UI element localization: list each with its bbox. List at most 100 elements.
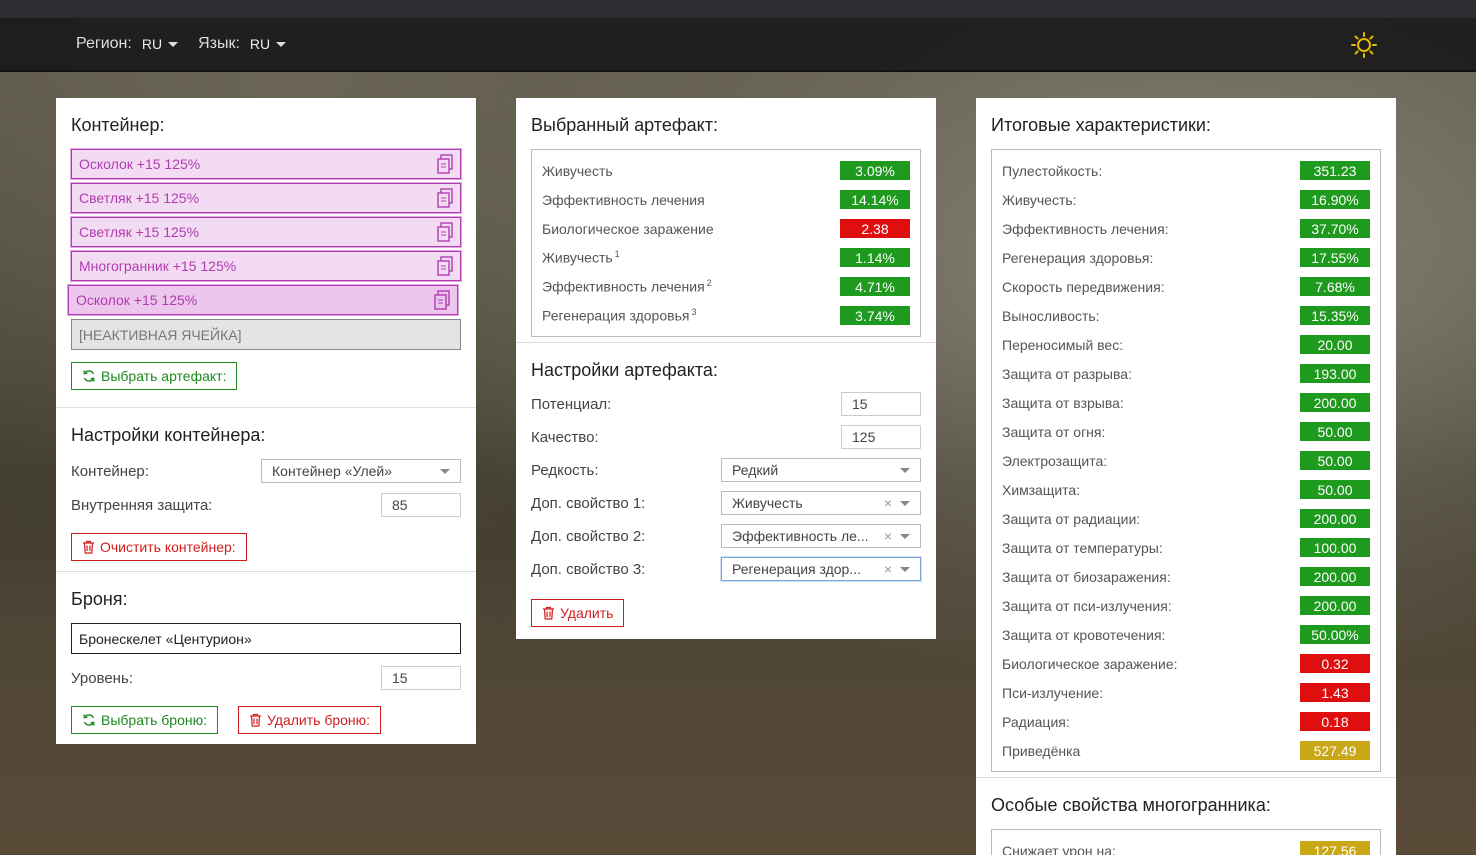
stat-label: Эффективность лечения [542,192,705,208]
stat-label: Защита от температуры: [1002,540,1163,556]
container-slot[interactable]: Осколок +15 125% [70,148,462,180]
stat-label: Электрозащита: [1002,453,1107,469]
prop3-select[interactable]: Регенерация здор... × [721,557,921,581]
container-type-value: Контейнер «Улей» [272,463,393,479]
stat-label: Защита от пси-излучения: [1002,598,1172,614]
region-label: Регион: [76,35,132,52]
container-section: Контейнер: Осколок +15 125% Светляк +15 … [56,98,476,408]
stat-row: Защита от взрыва: 200.00 [1002,388,1370,417]
stat-row: Переносимый вес: 20.00 [1002,330,1370,359]
stat-label: Живучесть: [1002,192,1077,208]
armor-input[interactable]: Бронескелет «Центурион» [71,623,461,654]
stat-row: Регенерация здоровья: 17.55% [1002,243,1370,272]
container-type-label: Контейнер: [71,462,149,480]
copy-icon[interactable] [436,188,454,208]
language-dropdown[interactable]: RU [250,36,287,52]
copy-icon[interactable] [433,290,451,310]
slot-label: Светляк +15 125% [79,224,200,240]
internal-protection-input[interactable]: 85 [381,493,461,517]
stat-label-text: Эффективность лечения: [1002,220,1169,237]
region-value: RU [141,36,163,52]
stat-value-badge: 17.55% [1300,248,1370,267]
stat-label-text: Регенерация здоровья: [1002,249,1154,266]
stat-label: Скорость передвижения: [1002,279,1165,295]
rarity-select[interactable]: Редкий [721,458,921,482]
middle-panel: Выбранный артефакт: Живучесть 3.09% Эффект… [516,98,936,639]
armor-level-label: Уровень: [71,669,133,687]
rarity-label: Редкость: [531,461,599,479]
stat-value-badge: 20.00 [1300,335,1370,354]
stat-value-badge: 50.00% [1300,625,1370,644]
stat-label: Регенерация здоровья: [1002,250,1153,266]
container-type-select[interactable]: Контейнер «Улей» [261,459,461,483]
region-dropdown[interactable]: RU [141,36,179,52]
container-slot[interactable]: Светляк +15 125% [70,182,462,214]
stat-row: Регенерация здоровья 3 3.74% [542,301,910,330]
stat-label: Защита от взрыва: [1002,395,1124,411]
quality-input[interactable]: 125 [841,425,921,449]
prop2-select[interactable]: Эффективность ле... × [721,524,921,548]
copy-icon[interactable] [436,256,454,276]
prop1-select[interactable]: Живучесть × [721,491,921,515]
trash-icon [543,606,554,620]
copy-icon[interactable] [436,154,454,174]
stat-label: Биологическое заражение [542,221,714,237]
stat-label-text: Защита от биозаражения: [1002,568,1171,585]
stat-value-badge: 3.09% [840,161,910,180]
stat-label: Защита от радиации: [1002,511,1140,527]
theme-toggle-sun-icon[interactable] [1351,32,1377,58]
choose-armor-button[interactable]: Выбрать броню: [71,706,218,734]
potential-input[interactable]: 15 [841,392,921,416]
armor-level-input[interactable]: 15 [381,666,461,690]
right-panel: Итоговые характеристики: Пулестойкость: 3… [976,98,1396,855]
special-section: Особые свойства многогранника: Снижает у… [976,778,1396,855]
prop1-value: Живучесть [732,495,803,511]
stat-label: Регенерация здоровья 3 [542,307,696,324]
stat-row: Эффективность лечения 2 4.71% [542,272,910,301]
stat-row: Химзащита: 50.00 [1002,475,1370,504]
choose-artifact-button[interactable]: Выбрать артефакт: [71,362,238,390]
stat-row: Живучесть 1 1.14% [542,243,910,272]
stat-label-text: Защита от огня: [1002,423,1106,440]
refresh-icon [83,370,95,382]
stat-value-badge: 0.32 [1300,654,1370,673]
stat-label: Защита от огня: [1002,424,1105,440]
artifact-settings-section: Настройки артефакта: Потенциал: 15 Качес… [516,343,936,642]
clear-icon[interactable]: × [884,495,892,511]
clear-icon[interactable]: × [884,528,892,544]
stat-label-text: Переносимый вес: [1002,336,1124,353]
container-slot[interactable]: Светляк +15 125% [70,216,462,248]
armor-section: Броня: Бронескелет «Центурион» Уровень: … [56,572,476,749]
stat-label-text: Живучесть [542,249,613,266]
stat-row: Снижает урон на: 127.56 [1002,836,1370,855]
top-strip [0,0,1476,18]
container-slot-selected[interactable]: Осколок +15 125% [67,284,459,316]
region-group: Регион: RU [76,35,179,53]
choose-artifact-label: Выбрать артефакт: [101,368,227,384]
stat-label: Живучесть 1 [542,249,620,266]
stat-value-badge: 50.00 [1300,422,1370,441]
delete-armor-button[interactable]: Удалить броню: [238,706,382,734]
artifact-stats-box: Живучесть 3.09% Эффективность лечения 14.14… [531,149,921,337]
container-slot[interactable]: Многогранник +15 125% [70,250,462,282]
stat-row: Защита от радиации: 200.00 [1002,504,1370,533]
stat-label-text: Скорость передвижения: [1002,278,1165,295]
stat-label: Эффективность лечения 2 [542,278,712,295]
delete-artifact-button[interactable]: Удалить [531,599,625,627]
clear-container-label: Очистить контейнер: [100,539,236,555]
stat-value-badge: 527.49 [1300,741,1370,760]
stat-label-text: Защита от кровотечения: [1002,626,1166,643]
chevron-down-icon [900,566,910,572]
clear-container-button[interactable]: Очистить контейнер: [71,533,247,561]
clear-icon[interactable]: × [884,561,892,577]
potential-label: Потенциал: [531,395,612,413]
stat-label-text: Защита от взрыва: [1002,394,1124,411]
stat-row: Живучесть: 16.90% [1002,185,1370,214]
stat-value-badge: 2.38 [840,219,910,238]
stat-value-badge: 4.71% [840,277,910,296]
copy-icon[interactable] [436,222,454,242]
stat-row: Пси-излучение: 1.43 [1002,678,1370,707]
stat-label: Выносливость: [1002,308,1100,324]
prop3-value: Регенерация здор... [732,561,862,577]
stat-label: Химзащита: [1002,482,1080,498]
